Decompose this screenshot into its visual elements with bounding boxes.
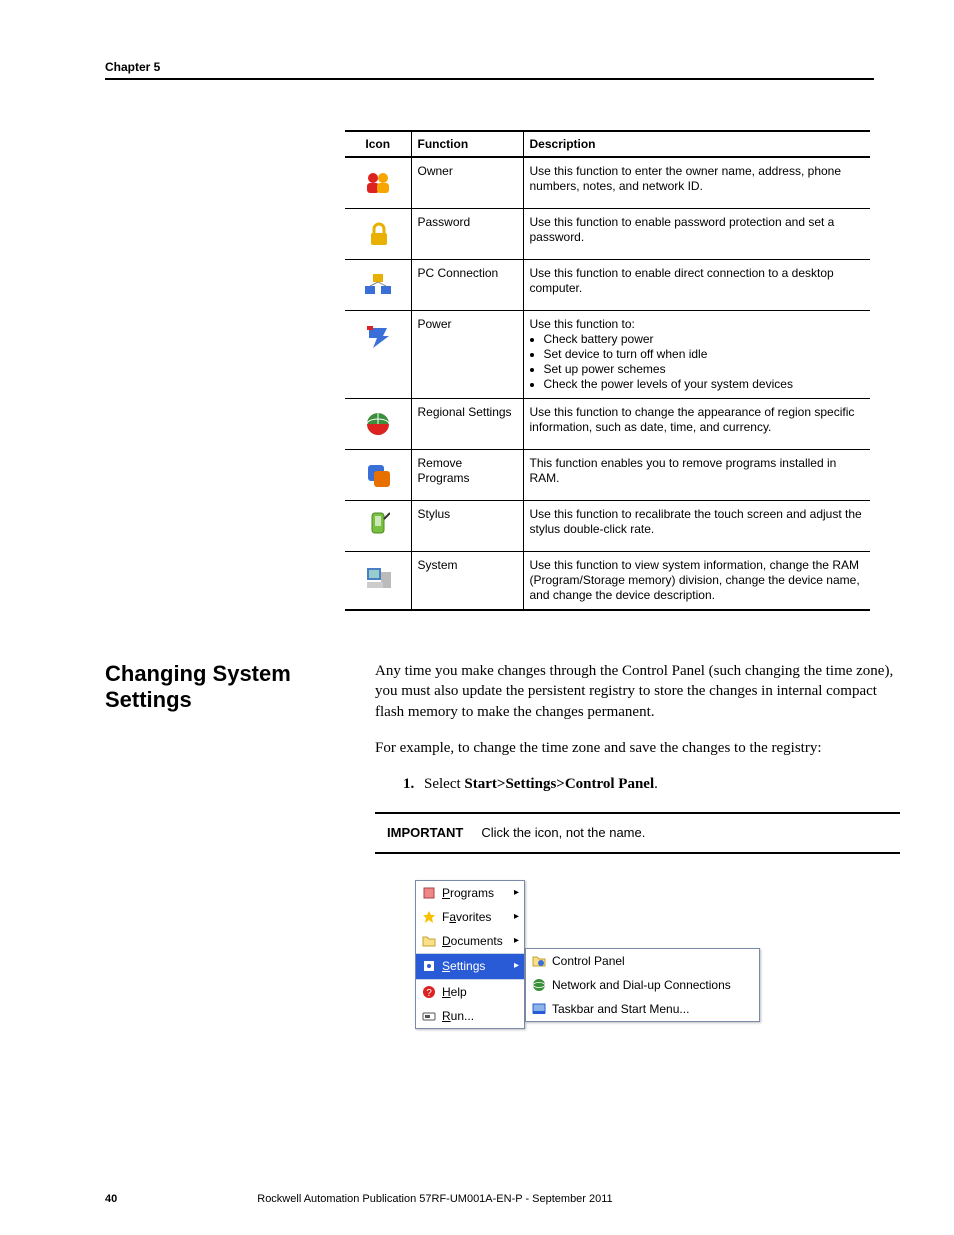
regional-settings-icon <box>345 399 411 450</box>
section-para1: Any time you make changes through the Co… <box>375 661 900 722</box>
menu-item-label: Programs <box>442 885 494 901</box>
submenu-arrow-icon: ▸ <box>514 910 519 924</box>
owner-icon <box>345 157 411 209</box>
function-cell: PC Connection <box>411 260 523 311</box>
menu-item-favorites[interactable]: Favorites ▸ <box>416 905 524 929</box>
important-label: IMPORTANT <box>387 824 463 842</box>
password-icon <box>345 209 411 260</box>
description-cell: Use this function to enter the owner nam… <box>523 157 870 209</box>
start-menu-screenshot: Programs ▸ Favorites ▸ Documents ▸ Settings ▸? H… <box>415 880 900 1029</box>
menu-item-label: Run... <box>442 1008 474 1024</box>
control-panel-icon <box>532 954 546 968</box>
settings-icon <box>422 959 436 973</box>
function-cell: Stylus <box>411 501 523 552</box>
run-icon <box>422 1009 436 1023</box>
menu-item-label: Taskbar and Start Menu... <box>552 1001 689 1017</box>
menu-item-label: Settings <box>442 958 485 974</box>
function-cell: Remove Programs <box>411 450 523 501</box>
page-footer: 40 Rockwell Automation Publication 57RF-… <box>105 1193 869 1205</box>
description-cell: Use this function to change the appearan… <box>523 399 870 450</box>
menu-item-programs[interactable]: Programs ▸ <box>416 881 524 905</box>
section-heading: Changing System Settings <box>105 661 375 1029</box>
network-icon <box>532 978 546 992</box>
help-icon: ? <box>422 985 436 999</box>
menu-item-label: Network and Dial-up Connections <box>552 977 731 993</box>
documents-icon <box>422 934 436 948</box>
description-cell: Use this function to:Check battery power… <box>523 311 870 399</box>
submenu-arrow-icon: ▸ <box>514 959 519 973</box>
submenu-arrow-icon: ▸ <box>514 886 519 900</box>
menu-item-run-[interactable]: Run... <box>416 1004 524 1028</box>
function-cell: Owner <box>411 157 523 209</box>
table-row: Regional SettingsUse this function to ch… <box>345 399 870 450</box>
function-cell: Password <box>411 209 523 260</box>
description-cell: Use this function to view system informa… <box>523 552 870 611</box>
step-text-a: Select <box>424 776 464 792</box>
table-row: PC ConnectionUse this function to enable… <box>345 260 870 311</box>
col-description: Description <box>523 131 870 157</box>
description-cell: Use this function to enable direct conne… <box>523 260 870 311</box>
system-icon <box>345 552 411 611</box>
function-cell: System <box>411 552 523 611</box>
start-submenu: Control Panel Network and Dial-up Connect… <box>525 948 760 1023</box>
start-menu: Programs ▸ Favorites ▸ Documents ▸ Settings ▸? H… <box>415 880 525 1029</box>
menu-item-label: Help <box>442 984 467 1000</box>
table-row: PowerUse this function to:Check battery … <box>345 311 870 399</box>
menu-item-label: Favorites <box>442 909 491 925</box>
description-cell: This function enables you to remove prog… <box>523 450 870 501</box>
chapter-header: Chapter 5 <box>105 60 874 80</box>
menu-item-label: Documents <box>442 933 503 949</box>
page-number: 40 <box>105 1193 117 1205</box>
function-cell: Power <box>411 311 523 399</box>
menu-item-settings[interactable]: Settings ▸ <box>416 954 524 978</box>
functions-table: Icon Function Description OwnerUse this … <box>345 130 870 611</box>
taskbar-icon <box>532 1002 546 1016</box>
table-row: OwnerUse this function to enter the owne… <box>345 157 870 209</box>
programs-icon <box>422 886 436 900</box>
table-row: PasswordUse this function to enable pass… <box>345 209 870 260</box>
pc-connection-icon <box>345 260 411 311</box>
menu-item-label: Control Panel <box>552 953 625 969</box>
section-body: Any time you make changes through the Co… <box>375 661 900 1029</box>
table-row: SystemUse this function to view system i… <box>345 552 870 611</box>
publication-info: Rockwell Automation Publication 57RF-UM0… <box>257 1193 612 1205</box>
submenu-arrow-icon: ▸ <box>514 934 519 948</box>
step-number: 1. <box>403 776 414 792</box>
function-cell: Regional Settings <box>411 399 523 450</box>
table-row: StylusUse this function to recalibrate t… <box>345 501 870 552</box>
favorites-icon <box>422 910 436 924</box>
menu-item-help[interactable]: ? Help <box>416 980 524 1004</box>
menu-item-documents[interactable]: Documents ▸ <box>416 929 524 953</box>
section-para2: For example, to change the time zone and… <box>375 738 900 758</box>
step-list: 1. Select Start>Settings>Control Panel. <box>403 774 900 794</box>
remove-programs-icon <box>345 450 411 501</box>
important-box: IMPORTANT Click the icon, not the name. <box>375 812 900 854</box>
submenu-item-taskbar-and-start-menu-[interactable]: Taskbar and Start Menu... <box>526 997 759 1021</box>
step-text-c: . <box>654 776 658 792</box>
description-cell: Use this function to enable password pro… <box>523 209 870 260</box>
description-cell: Use this function to recalibrate the tou… <box>523 501 870 552</box>
submenu-item-control-panel[interactable]: Control Panel <box>526 949 759 973</box>
col-function: Function <box>411 131 523 157</box>
power-icon <box>345 311 411 399</box>
important-text: Click the icon, not the name. <box>481 824 645 842</box>
step-text-bold: Start>Settings>Control Panel <box>464 776 654 792</box>
col-icon: Icon <box>345 131 411 157</box>
submenu-item-network-and-dial-up-connections[interactable]: Network and Dial-up Connections <box>526 973 759 997</box>
stylus-icon <box>345 501 411 552</box>
table-row: Remove ProgramsThis function enables you… <box>345 450 870 501</box>
svg-text:?: ? <box>426 988 432 999</box>
